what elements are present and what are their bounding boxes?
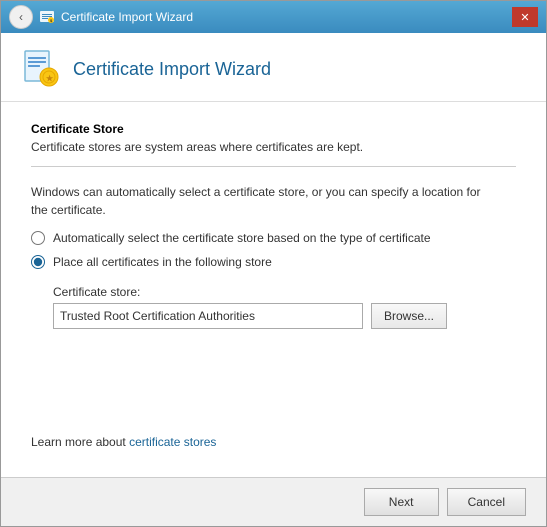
next-button[interactable]: Next	[364, 488, 439, 516]
divider	[31, 166, 516, 167]
close-button[interactable]: ✕	[512, 7, 538, 27]
title-bar-controls: ✕	[512, 7, 538, 27]
radio-manual-input[interactable]	[31, 255, 45, 269]
cancel-button[interactable]: Cancel	[447, 488, 526, 516]
browse-button[interactable]: Browse...	[371, 303, 447, 329]
section-description: Certificate stores are system areas wher…	[31, 140, 516, 154]
radio-manual[interactable]: Place all certificates in the following …	[31, 255, 516, 269]
radio-auto[interactable]: Automatically select the certificate sto…	[31, 231, 516, 245]
store-section: Certificate store: Browse...	[53, 285, 516, 329]
spacer	[31, 329, 516, 435]
learn-more: Learn more about certificate stores	[31, 435, 516, 449]
info-text: Windows can automatically select a certi…	[31, 183, 516, 219]
wizard-window: ‹ $ Certificate Import Wizard ✕	[0, 0, 547, 527]
title-bar: ‹ $ Certificate Import Wizard ✕	[1, 1, 546, 33]
section-title: Certificate Store	[31, 122, 516, 136]
store-row: Browse...	[53, 303, 516, 329]
back-button[interactable]: ‹	[9, 5, 33, 29]
radio-auto-label: Automatically select the certificate sto…	[53, 231, 431, 245]
radio-auto-input[interactable]	[31, 231, 45, 245]
title-bar-icon: $	[39, 9, 55, 25]
store-label: Certificate store:	[53, 285, 516, 299]
learn-more-prefix: Learn more about	[31, 435, 129, 449]
wizard-footer: Next Cancel	[1, 477, 546, 526]
radio-group: Automatically select the certificate sto…	[31, 231, 516, 269]
title-bar-left: ‹ $ Certificate Import Wizard	[9, 5, 512, 29]
radio-manual-label: Place all certificates in the following …	[53, 255, 272, 269]
svg-text:★: ★	[46, 74, 54, 83]
info-text-blue: Windows can automatically select a certi…	[31, 185, 481, 199]
store-input[interactable]	[53, 303, 363, 329]
info-text-normal: the certificate.	[31, 203, 106, 217]
wizard-header: ★ Certificate Import Wizard	[1, 33, 546, 102]
wizard-body: Certificate Store Certificate stores are…	[1, 102, 546, 477]
certificate-icon: ★	[21, 49, 61, 89]
wizard-title: Certificate Import Wizard	[73, 59, 271, 80]
wizard-content: ★ Certificate Import Wizard Certificate …	[1, 33, 546, 526]
learn-more-link[interactable]: certificate stores	[129, 435, 216, 449]
title-bar-title: Certificate Import Wizard	[61, 10, 193, 24]
